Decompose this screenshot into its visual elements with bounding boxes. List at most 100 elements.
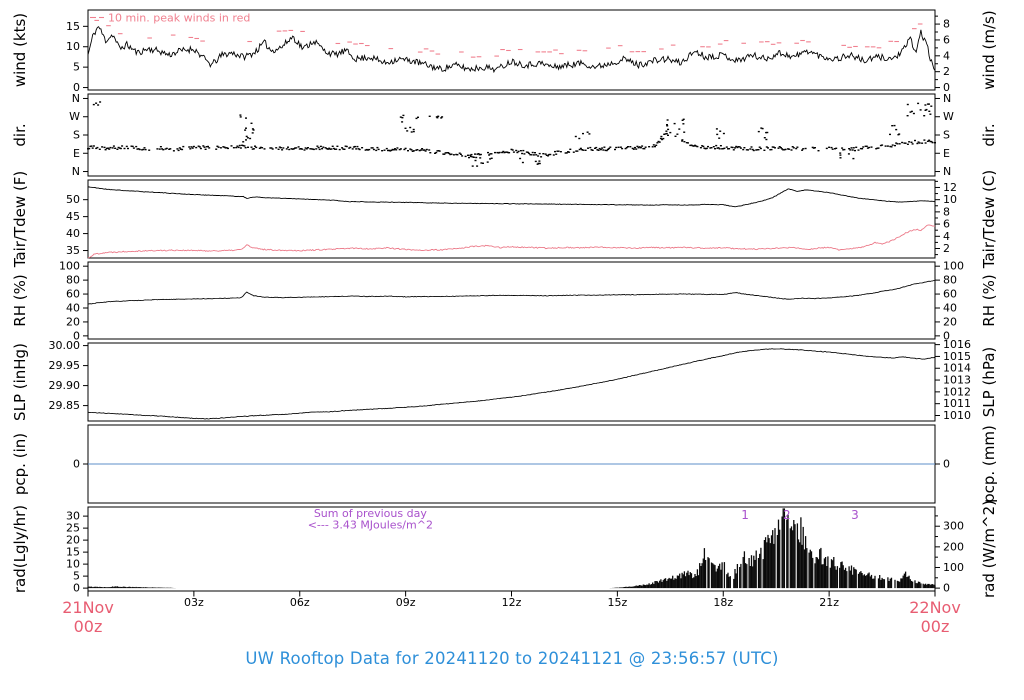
dir-dot xyxy=(538,152,541,155)
dir-dot xyxy=(250,146,253,148)
dir-dot xyxy=(710,147,713,149)
dir-dot xyxy=(165,147,168,150)
dir-dot xyxy=(461,155,464,157)
dir-dot xyxy=(896,143,899,145)
dir-dot xyxy=(358,148,361,151)
dir-dot xyxy=(578,137,581,140)
dir-dot xyxy=(601,147,604,149)
ylabel-right-rad: rad (W/m^2) xyxy=(980,500,998,598)
panel-rh-border xyxy=(87,261,936,340)
meteogram-page: 0 5 10 15 0 2 4 6 8 wind (kts) wind (m/s) 10 min. p… xyxy=(0,0,1024,700)
ylabel-left-slp: SLP (inHg) xyxy=(11,343,29,421)
dir-dot xyxy=(487,151,489,154)
y-tick-label: 10 xyxy=(943,193,957,206)
dir-dot xyxy=(725,146,728,148)
dir-dot xyxy=(90,145,93,147)
dir-dot xyxy=(839,157,842,159)
page-title: UW Rooftop Data for 20241120 to 20241121… xyxy=(245,649,779,668)
dir-dot xyxy=(540,156,543,158)
dir-dot xyxy=(494,151,496,154)
dir-dot xyxy=(531,151,534,154)
x-date-label-start-line2: 00z xyxy=(74,617,103,636)
dir-dot xyxy=(802,148,805,150)
y-tick-label: 80 xyxy=(66,274,80,287)
x-date-label-end-line2: 00z xyxy=(921,617,950,636)
x-tick-label: 21z xyxy=(819,596,839,609)
dir-dot xyxy=(475,156,478,159)
dir-dot xyxy=(572,151,575,153)
dir-dot xyxy=(538,160,541,162)
dir-dot xyxy=(251,132,254,134)
dir-dot xyxy=(375,149,378,152)
dir-dot xyxy=(119,147,122,150)
dir-dot xyxy=(219,147,222,149)
dir-dot xyxy=(906,143,909,145)
dir-dot xyxy=(162,149,165,151)
dir-dot xyxy=(555,153,558,155)
y-tick-label: 100 xyxy=(943,260,964,273)
dir-dot xyxy=(861,148,864,150)
dir-dot xyxy=(931,141,934,144)
dir-dot xyxy=(881,144,884,146)
dir-dot xyxy=(479,157,482,159)
dir-dot xyxy=(103,146,106,149)
dir-dot xyxy=(108,148,111,150)
dir-dot xyxy=(644,146,647,148)
dir-dot xyxy=(450,153,453,155)
dir-dot xyxy=(402,114,405,117)
dir-dot xyxy=(282,147,285,149)
dir-dot xyxy=(777,147,780,149)
y-tick-label: 29.95 xyxy=(49,359,81,372)
dir-dot xyxy=(825,147,828,150)
y-tick-label: 100 xyxy=(59,260,80,273)
dir-dot xyxy=(542,153,545,155)
dir-dot xyxy=(230,145,233,147)
dir-dot xyxy=(639,147,642,149)
dir-dot xyxy=(135,145,138,148)
dir-dot xyxy=(528,152,531,155)
dir-dot xyxy=(870,146,873,148)
dir-dot xyxy=(908,141,911,143)
dir-dot xyxy=(716,133,719,136)
y-tick-label: 10 xyxy=(66,40,80,53)
ylabel-left-wind: wind (kts) xyxy=(11,13,29,87)
dir-dot xyxy=(666,119,669,121)
dir-dot xyxy=(190,146,193,148)
y-tick-label: E xyxy=(73,147,80,160)
dir-dot xyxy=(191,147,194,149)
dir-dot xyxy=(901,141,904,144)
y-tick-label: 20 xyxy=(943,315,957,328)
dir-dot xyxy=(239,147,242,149)
y-tick-label: 1012 xyxy=(943,385,971,398)
dir-dot xyxy=(142,148,145,151)
dir-dot xyxy=(641,145,644,147)
dir-dot xyxy=(519,150,522,152)
rad-cumulative-marker: 1 xyxy=(741,508,749,522)
y-tick-label: 29.90 xyxy=(49,379,81,392)
dir-dot xyxy=(758,146,761,148)
dir-dot xyxy=(747,149,749,151)
dir-dot xyxy=(715,144,718,147)
dir-dot xyxy=(467,154,469,156)
dir-dot xyxy=(263,148,266,150)
dir-dot xyxy=(188,146,191,148)
dir-dot xyxy=(910,110,913,113)
dir-dot xyxy=(597,149,600,151)
dir-dot xyxy=(97,104,100,106)
dir-dot xyxy=(419,149,422,151)
rh-trace xyxy=(87,279,936,305)
dir-dot xyxy=(245,127,247,129)
dir-dot xyxy=(116,148,119,150)
dir-dot xyxy=(204,148,207,150)
dir-dot xyxy=(158,148,161,150)
dir-dot xyxy=(547,155,549,157)
rad-sum-annotation-line2: <--- 3.43 MJoules/m^2 xyxy=(308,519,433,532)
dir-dot xyxy=(602,149,605,151)
tdew-trace xyxy=(87,224,935,259)
dir-dot xyxy=(498,151,501,154)
dir-dot xyxy=(471,165,474,167)
dir-dot xyxy=(586,131,589,133)
tair-trace xyxy=(87,186,936,208)
dir-dot xyxy=(656,142,659,144)
dir-dot xyxy=(852,157,855,160)
